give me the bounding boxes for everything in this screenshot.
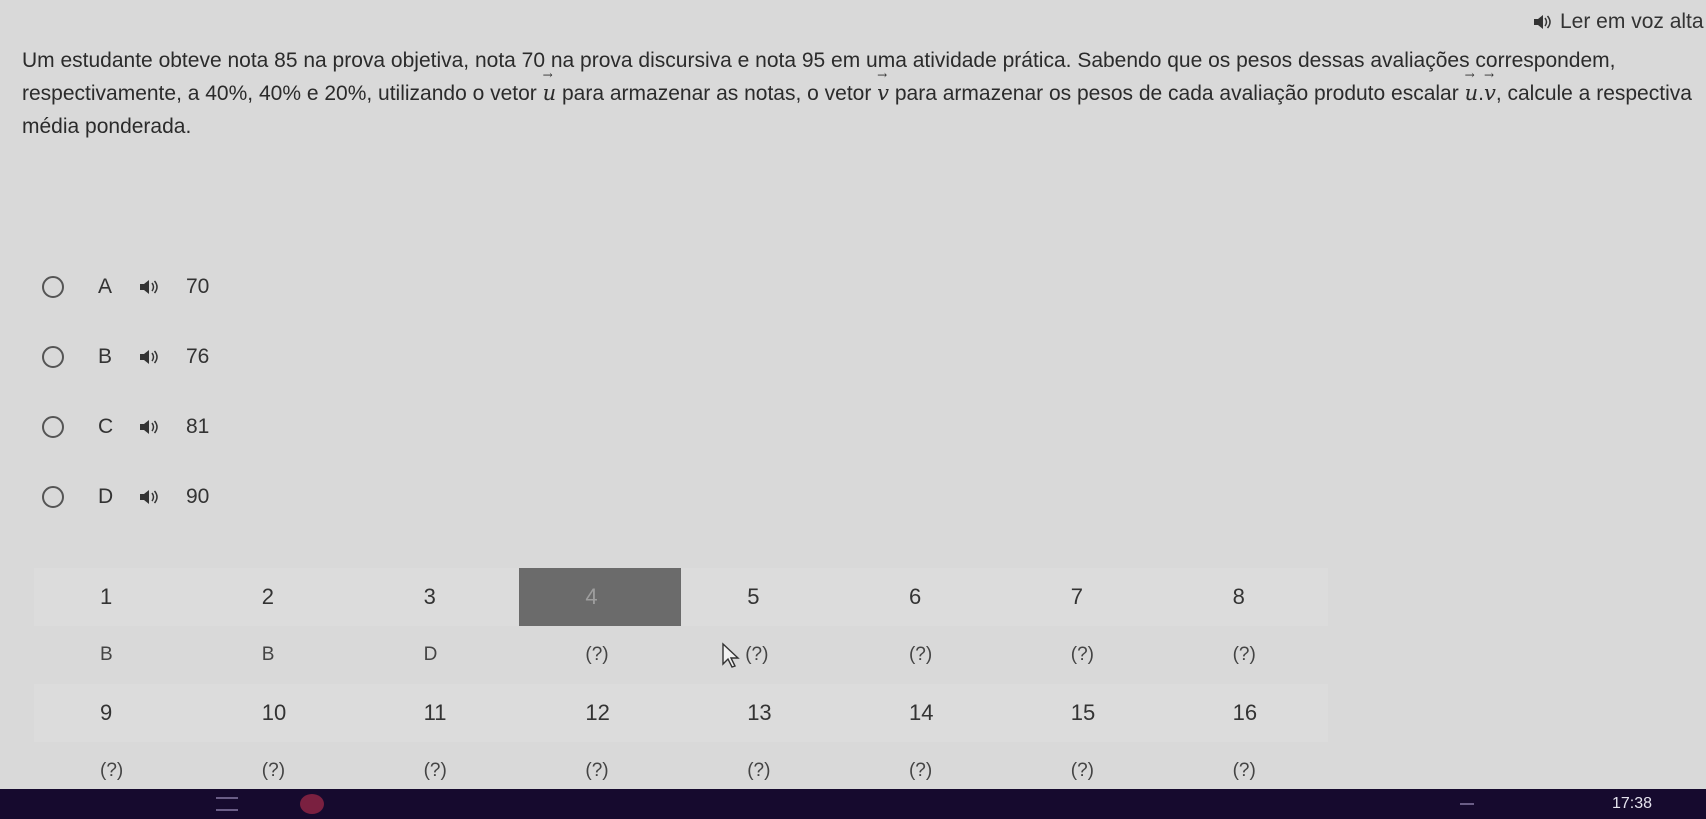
question-number-15[interactable]: 15 <box>1004 684 1167 742</box>
radio-button[interactable] <box>42 486 64 508</box>
option-b[interactable]: B 76 <box>42 322 209 392</box>
speaker-icon[interactable] <box>138 279 186 295</box>
speaker-icon[interactable] <box>138 419 186 435</box>
vector-arrow: → <box>1464 68 1475 82</box>
option-value: 76 <box>186 345 210 368</box>
question-number-12[interactable]: 12 <box>519 684 682 742</box>
vector-arrow: → <box>877 68 888 82</box>
read-aloud-button[interactable]: Ler em voz alta <box>1532 10 1704 34</box>
answer-status-8: (?) <box>1232 644 1256 665</box>
speaker-icon <box>1532 13 1552 31</box>
vector-arrow: → <box>1483 68 1494 82</box>
option-letter: B <box>98 345 113 368</box>
option-value: 70 <box>186 275 210 298</box>
question-number-16[interactable]: 16 <box>1166 684 1329 742</box>
answer-status-3: D <box>423 644 438 665</box>
option-letter: C <box>98 415 114 438</box>
vector-arrow: → <box>542 68 553 82</box>
vector-u: u → <box>542 68 557 105</box>
answer-status-4: (?) <box>585 644 609 665</box>
radio-button[interactable] <box>42 276 64 298</box>
question-number-3[interactable]: 3 <box>357 568 520 626</box>
read-aloud-label: Ler em voz alta <box>1560 10 1704 33</box>
question-number-14[interactable]: 14 <box>842 684 1005 742</box>
question-number-4-active[interactable]: 4 <box>519 568 682 626</box>
question-navigation-grid: 1 2 3 4 5 6 7 8 B B D (?) (?) (?) (?) (?… <box>34 568 1329 800</box>
answer-status-6: (?) <box>908 644 933 665</box>
speaker-icon[interactable] <box>138 349 186 365</box>
answer-status-1: B <box>100 644 113 665</box>
option-value: 81 <box>186 415 210 438</box>
speaker-icon[interactable] <box>138 489 186 505</box>
answer-status-7: (?) <box>1070 644 1095 665</box>
taskbar-clock[interactable]: 17:38 <box>1612 795 1652 813</box>
answer-status-5-text: (?) <box>745 644 769 665</box>
question-number-1[interactable]: 1 <box>34 568 196 626</box>
grid-answer-row-1: B B D (?) (?) (?) (?) (?) <box>34 626 1329 684</box>
question-number-8[interactable]: 8 <box>1166 568 1329 626</box>
taskbar-app-icon[interactable] <box>300 794 324 814</box>
option-letter: D <box>98 485 114 508</box>
question-number-11[interactable]: 11 <box>357 684 520 742</box>
answer-status-2: B <box>261 644 275 665</box>
radio-button[interactable] <box>42 416 64 438</box>
taskbar: 17:38 <box>0 789 1706 819</box>
mouse-cursor-icon <box>721 642 743 668</box>
option-c[interactable]: C 81 <box>42 392 209 462</box>
option-d[interactable]: D 90 <box>42 462 209 532</box>
question-number-5[interactable]: 5 <box>681 568 843 626</box>
option-a[interactable]: A 70 <box>42 252 209 322</box>
question-part-2: para armazenar as notas, o vetor <box>556 82 878 105</box>
vector-v-product: v → <box>1483 68 1496 105</box>
taskbar-app-icon[interactable] <box>216 797 238 811</box>
grid-number-row-2: 9 10 11 12 13 14 15 16 <box>34 684 1329 742</box>
question-number-9[interactable]: 9 <box>34 684 196 742</box>
vector-u-product: u → <box>1464 68 1479 105</box>
question-number-7[interactable]: 7 <box>1004 568 1167 626</box>
question-number-2[interactable]: 2 <box>195 568 358 626</box>
question-number-10[interactable]: 10 <box>195 684 358 742</box>
question-number-13[interactable]: 13 <box>681 684 843 742</box>
question-part-3: para armazenar os pesos de cada avaliaçã… <box>889 82 1465 105</box>
taskbar-indicator <box>1460 803 1474 805</box>
answer-status-5: (?) <box>681 626 843 684</box>
option-letter: A <box>98 275 113 298</box>
radio-button[interactable] <box>42 346 64 368</box>
answer-options: A 70 B 76 C 81 D 90 <box>42 252 209 532</box>
grid-number-row-1: 1 2 3 4 5 6 7 8 <box>34 568 1329 626</box>
question-number-6[interactable]: 6 <box>842 568 1005 626</box>
question-text: Um estudante obteve nota 85 na prova obj… <box>22 44 1692 143</box>
option-value: 90 <box>186 485 210 508</box>
vector-v: v → <box>877 68 890 105</box>
